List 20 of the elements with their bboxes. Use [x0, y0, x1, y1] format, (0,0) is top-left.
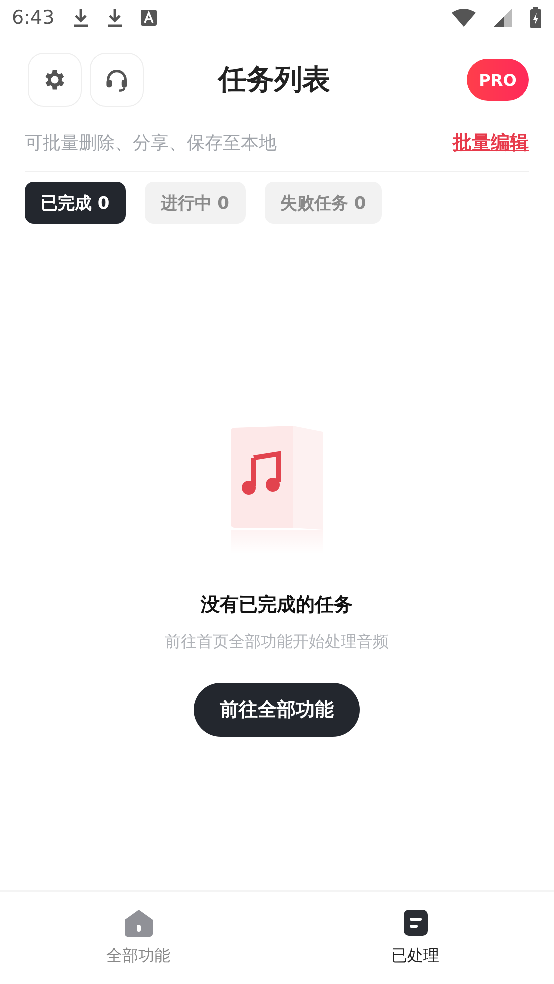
- battery-icon: [530, 7, 542, 29]
- wifi-icon: [452, 9, 476, 27]
- settings-button[interactable]: [28, 53, 82, 107]
- signal-icon: [494, 9, 512, 27]
- batch-edit-link[interactable]: 批量编辑: [453, 130, 529, 156]
- filter-tab[interactable]: 失败任务 0: [264, 182, 382, 224]
- support-button[interactable]: [90, 53, 144, 107]
- pro-button[interactable]: PRO: [467, 59, 529, 101]
- empty-title: 没有已完成的任务: [201, 593, 353, 618]
- go-features-button[interactable]: 前往全部功能: [194, 683, 360, 737]
- headset-icon: [104, 67, 130, 93]
- download-icon: [72, 8, 89, 28]
- filter-tab[interactable]: 进行中 0: [144, 182, 246, 224]
- status-time: 6:43: [12, 7, 55, 29]
- page-title: 任务列表: [216, 62, 332, 98]
- empty-subtitle: 前往首页全部功能开始处理音频: [165, 632, 389, 653]
- filter-tab[interactable]: 已完成 0: [25, 182, 126, 224]
- download-icon: [106, 8, 123, 28]
- font-icon: [140, 10, 157, 26]
- hint-text: 可批量删除、分享、保存至本地: [25, 132, 277, 155]
